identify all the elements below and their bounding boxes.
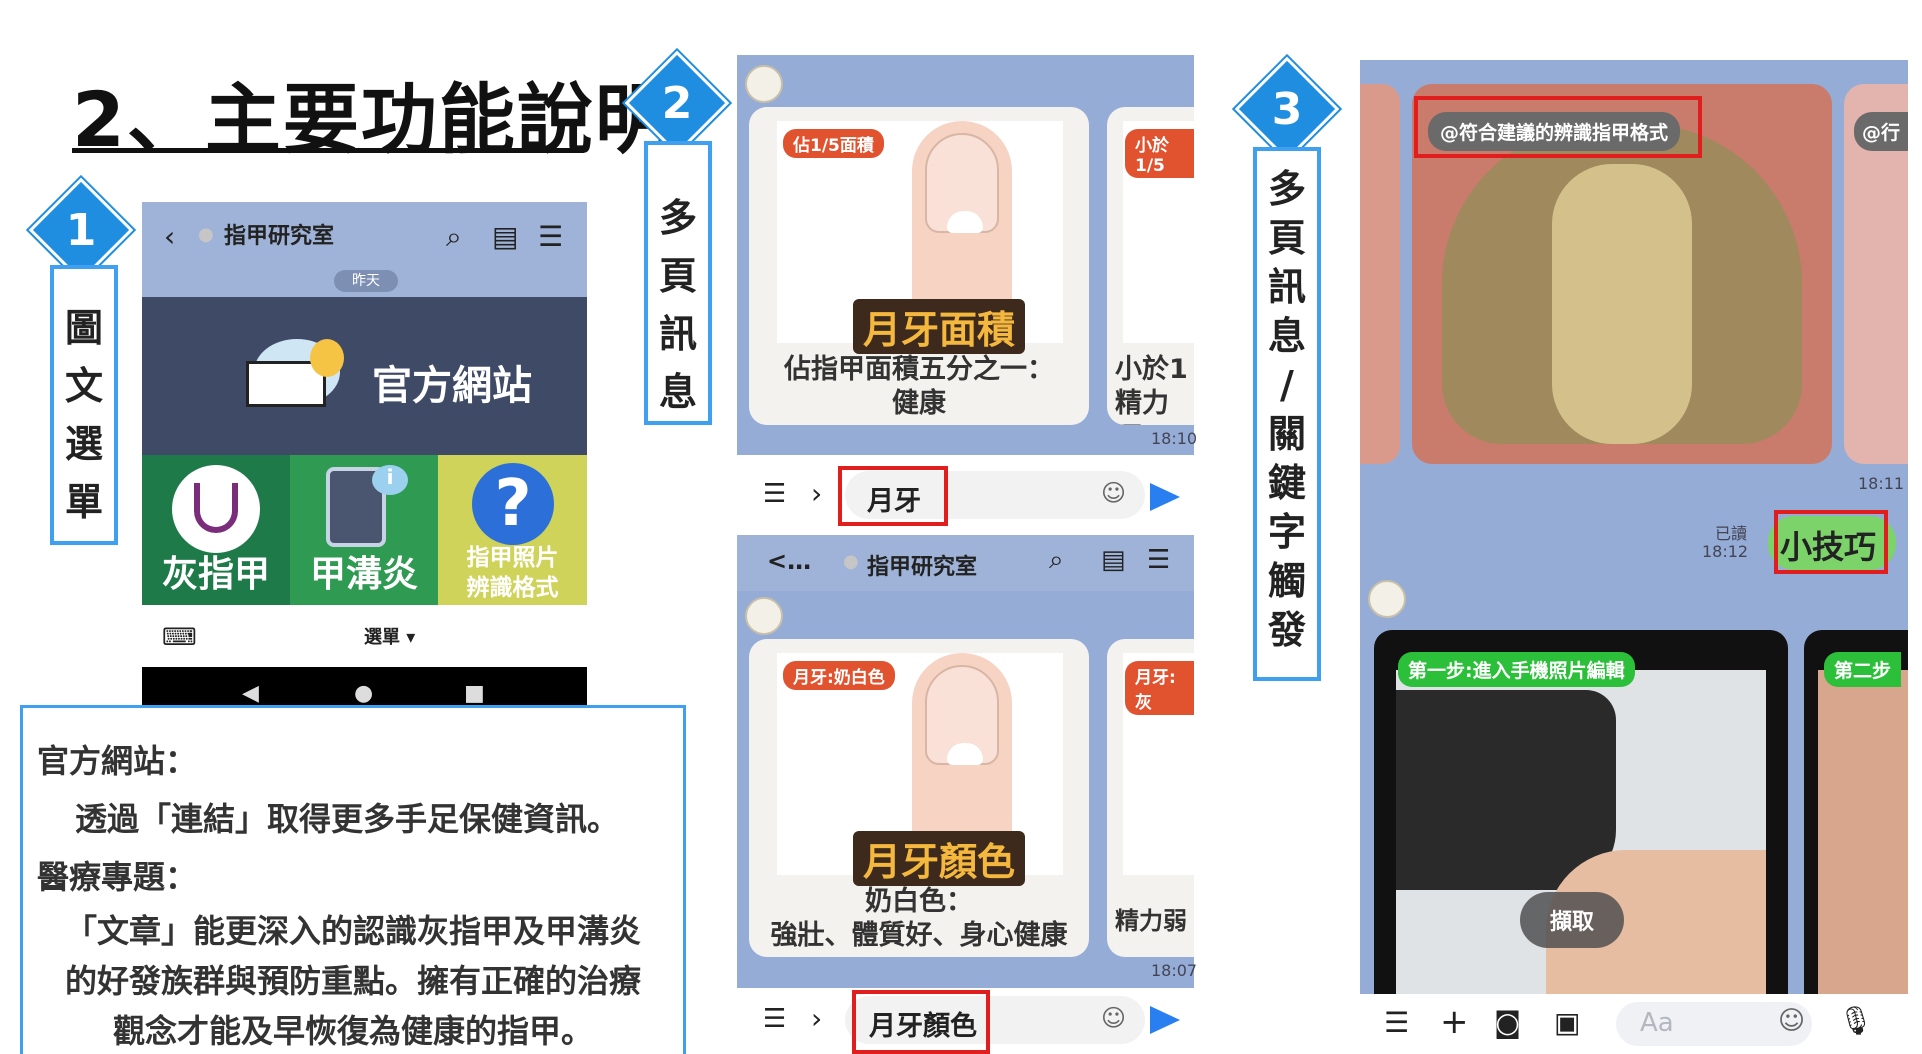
menu-icon[interactable]: ☰	[763, 1004, 786, 1034]
tile-grey-nail[interactable]: 灰指甲	[142, 455, 290, 605]
carousel-photo-prev[interactable]	[1360, 84, 1400, 464]
card-caption: 精力弱	[1115, 907, 1187, 935]
bot-avatar	[745, 597, 783, 635]
section-3-number: 3	[1271, 83, 1303, 135]
tile-photo-format-label: 指甲照片 辨識格式	[466, 545, 559, 601]
notes-icon[interactable]: ▤	[492, 220, 518, 253]
card-caption: 小於1 精力不	[1115, 354, 1188, 425]
keyboard-icon[interactable]: ⌨	[162, 623, 197, 651]
tile-photo-format[interactable]: ? 指甲照片 辨識格式	[438, 455, 587, 605]
info-text-articles-line: 觀念才能及早恢復為健康的指甲。	[112, 1012, 593, 1050]
bot-avatar	[1368, 580, 1406, 618]
carousel-chat-top: 佔1/5面積 月牙面積 佔指甲面積五分之一： 健康 小於1/5 小於1 精力不 …	[737, 55, 1198, 455]
message-time: 18:11	[1858, 474, 1905, 493]
card-tag: 月牙:灰	[1125, 661, 1194, 715]
shield-icon: ●	[843, 551, 859, 572]
shield-icon: ●	[198, 224, 214, 245]
input-bar-panel3: ☰ + ◙ ▣ Aa ☺ 🎙	[1360, 994, 1908, 1054]
menu-icon[interactable]: ☰	[763, 479, 786, 509]
stethoscope-icon	[172, 465, 260, 553]
carousel-photo-next[interactable]: @行	[1844, 84, 1908, 464]
banner-label: 官方網站	[372, 363, 532, 409]
notes-icon[interactable]: ▤	[1101, 545, 1126, 575]
info-text-articles-line: 「文章」能更深入的認識灰指甲及甲溝炎	[64, 912, 641, 950]
menu-icon[interactable]: ☰	[1384, 1006, 1409, 1039]
send-icon[interactable]	[1150, 1006, 1180, 1034]
card-caption: 佔指甲面積五分之一： 健康	[784, 354, 1054, 419]
step-tag: 第二步	[1824, 652, 1902, 687]
read-status: 已讀	[1715, 524, 1748, 543]
card-tag: 月牙:奶白色	[783, 661, 895, 690]
chevron-right-icon[interactable]: ›	[811, 1002, 822, 1035]
official-website-banner[interactable]: 官方網站	[142, 297, 587, 455]
info-heading-website: 官方網站：	[37, 742, 198, 780]
section-1-label: 圖 文 選 單	[50, 265, 118, 545]
section-3-label: 多 頁 訊 息 / 關 鍵 字 觸 發	[1253, 147, 1321, 681]
search-icon[interactable]: ⌕	[1049, 545, 1064, 576]
chevron-right-icon[interactable]: ›	[811, 477, 822, 510]
title-underline	[72, 148, 584, 153]
card-big-label: 月牙顏色	[853, 831, 1026, 886]
tile-paronychia[interactable]: i 甲溝炎	[290, 455, 438, 605]
menu-toggle[interactable]: 選單 ▾	[364, 623, 415, 649]
nav-back-icon[interactable]: ◀	[242, 681, 259, 706]
plus-icon[interactable]: +	[1440, 1002, 1469, 1042]
highlight-box	[1414, 96, 1702, 158]
message-input-placeholder: Aa	[1640, 1008, 1674, 1038]
feature-description-box: 官方網站： 透過「連結」取得更多手足保健資訊。 醫療專題： 「文章」能更深入的認…	[20, 705, 686, 1054]
bot-avatar	[745, 65, 783, 103]
bulb-icon	[310, 339, 344, 377]
chat-name: 指甲研究室	[867, 555, 978, 580]
back-icon[interactable]: <…	[767, 547, 811, 575]
nav-home-icon[interactable]: ●	[354, 681, 373, 706]
highlight-box	[1774, 510, 1888, 574]
card-tag: 小於1/5	[1125, 129, 1194, 178]
chat-name: 指甲研究室	[224, 224, 335, 249]
menu-row: ⌨ 選單 ▾	[142, 605, 587, 667]
search-icon[interactable]: ⌕	[446, 220, 462, 254]
step-tag: 第一步:進入手機照片編輯	[1398, 652, 1635, 687]
info-text-website: 透過「連結」取得更多手足保健資訊。	[75, 800, 620, 838]
step-card-next[interactable]: 第二步	[1804, 630, 1908, 994]
camera-icon[interactable]: ◙	[1494, 1006, 1521, 1039]
section-1-number: 1	[65, 204, 97, 256]
carousel-card[interactable]: 月牙:奶白色 月牙顏色 奶白色： 強壯、體質好、身心健康	[749, 639, 1089, 957]
section-2-number: 2	[661, 77, 693, 129]
message-time: 18:10	[1151, 429, 1198, 448]
emoji-icon[interactable]: ☺	[1101, 479, 1126, 507]
read-time: 18:12	[1702, 542, 1749, 561]
card-caption: 奶白色： 強壯、體質好、身心健康	[770, 886, 1068, 951]
menu-icon[interactable]: ☰	[538, 220, 563, 253]
info-heading-articles: 醫療專題：	[37, 858, 198, 896]
message-time: 18:07	[1151, 961, 1198, 980]
date-badge: 昨天	[334, 270, 398, 292]
chat-header-bottom: <… ● 指甲研究室 ⌕ ▤ ☰	[737, 535, 1194, 591]
highlight-box	[838, 466, 948, 526]
menu-icon[interactable]: ☰	[1147, 545, 1170, 575]
info-text-articles-line: 的好發族群與預防重點。擁有正確的治療	[64, 962, 641, 1000]
carousel-card[interactable]: 佔1/5面積 月牙面積 佔指甲面積五分之一： 健康	[749, 107, 1089, 425]
question-icon: ?	[472, 463, 554, 545]
tile-grey-nail-label: 灰指甲	[161, 554, 270, 595]
carousel-chat-bottom: 月牙:奶白色 月牙顏色 奶白色： 強壯、體質好、身心健康 月牙:灰 精力弱 18…	[737, 591, 1198, 988]
card-big-label: 月牙面積	[853, 299, 1026, 354]
send-icon[interactable]	[1150, 483, 1180, 511]
section-2-label: 多 頁 訊 息	[644, 141, 712, 425]
step-card[interactable]: 第一步:進入手機照片編輯 擷取	[1374, 630, 1788, 994]
microphone-icon[interactable]: 🎙	[1838, 1004, 1874, 1037]
capture-button[interactable]: 擷取	[1520, 892, 1625, 948]
chat-header: ‹ ● 指甲研究室 ⌕ ▤ ☰ 昨天	[142, 202, 587, 297]
emoji-icon[interactable]: ☺	[1778, 1006, 1805, 1036]
input-bar-top: ☰ › 月牙 ☺	[737, 455, 1194, 535]
image-icon[interactable]: ▣	[1554, 1006, 1580, 1039]
emoji-icon[interactable]: ☺	[1101, 1004, 1126, 1032]
carousel-card-next[interactable]: 月牙:灰 精力弱	[1107, 639, 1194, 957]
back-icon[interactable]: ‹	[164, 220, 175, 253]
card-tag: 佔1/5面積	[783, 129, 884, 158]
nav-recent-icon[interactable]: ■	[464, 681, 485, 706]
highlight-box	[852, 990, 990, 1054]
tile-paronychia-label: 甲溝炎	[309, 554, 418, 595]
carousel-card-next[interactable]: 小於1/5 小於1 精力不	[1107, 107, 1194, 425]
